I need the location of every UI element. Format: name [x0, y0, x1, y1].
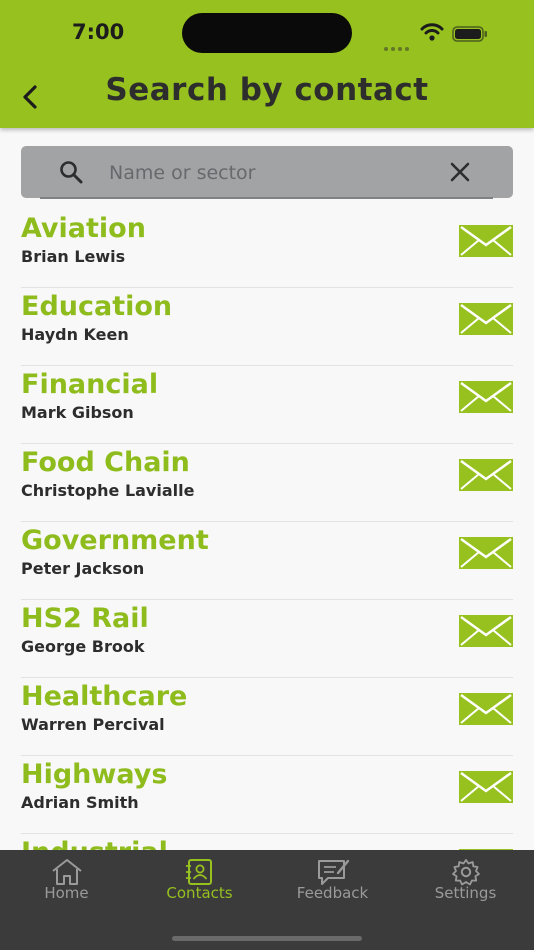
sector-label: Healthcare — [21, 681, 188, 712]
sector-label: Industrial — [21, 837, 168, 850]
gear-icon — [451, 859, 480, 886]
sector-label: Aviation — [21, 213, 146, 244]
status-time: 7:00 — [72, 20, 125, 44]
contacts-icon — [185, 859, 212, 885]
sector-label: Government — [21, 525, 209, 556]
contact-row-highways[interactable]: Highways Adrian Smith — [0, 756, 534, 834]
search-input[interactable] — [107, 156, 431, 190]
sector-label: Education — [21, 291, 173, 322]
contact-row-aviation[interactable]: Aviation Brian Lewis — [0, 210, 534, 288]
tab-home[interactable]: Home — [0, 850, 133, 910]
contact-row-hs2-rail[interactable]: HS2 Rail George Brook — [0, 600, 534, 678]
sector-label: HS2 Rail — [21, 603, 149, 634]
tab-settings[interactable]: Settings — [399, 850, 532, 910]
wifi-icon — [420, 23, 444, 41]
mail-icon[interactable] — [458, 692, 514, 726]
contact-name: Warren Percival — [21, 715, 165, 734]
mail-icon[interactable] — [458, 380, 514, 414]
sector-label: Food Chain — [21, 447, 190, 478]
sector-label: Financial — [21, 369, 159, 400]
dynamic-island — [182, 13, 352, 53]
contact-name: Christophe Lavialle — [21, 481, 195, 500]
contact-row-education[interactable]: Education Haydn Keen — [0, 288, 534, 366]
tab-bar: Home Contacts Feedback Settings — [0, 850, 534, 950]
battery-icon — [452, 26, 487, 42]
search-underline — [40, 197, 493, 199]
contact-list[interactable]: Aviation Brian Lewis Education Haydn Kee… — [0, 210, 534, 850]
feedback-icon — [317, 859, 349, 885]
header-bar: 7:00 Search by contact — [0, 0, 534, 128]
contact-row-government[interactable]: Government Peter Jackson — [0, 522, 534, 600]
mail-icon[interactable] — [458, 458, 514, 492]
close-icon[interactable] — [449, 161, 471, 183]
tab-contacts[interactable]: Contacts — [133, 850, 266, 910]
tab-feedback[interactable]: Feedback — [266, 850, 399, 910]
tab-label: Home — [44, 884, 89, 902]
sector-label: Highways — [21, 759, 168, 790]
mail-icon[interactable] — [458, 770, 514, 804]
contact-row-healthcare[interactable]: Healthcare Warren Percival — [0, 678, 534, 756]
mail-icon[interactable] — [458, 302, 514, 336]
contact-name: George Brook — [21, 637, 145, 656]
mail-icon[interactable] — [458, 536, 514, 570]
mail-icon[interactable] — [458, 224, 514, 258]
mail-icon[interactable] — [458, 614, 514, 648]
home-icon — [51, 859, 82, 885]
contact-row-industrial[interactable]: Industrial — [0, 834, 534, 850]
contact-name: Mark Gibson — [21, 403, 134, 422]
status-icons — [384, 22, 490, 51]
tab-label: Settings — [434, 884, 497, 902]
search-bar[interactable] — [21, 146, 513, 198]
page-title: Search by contact — [105, 72, 429, 108]
contact-row-food-chain[interactable]: Food Chain Christophe Lavialle — [0, 444, 534, 522]
signal-icon — [384, 36, 412, 55]
contact-name: Peter Jackson — [21, 559, 145, 578]
search-icon — [60, 161, 83, 184]
contact-name: Adrian Smith — [21, 793, 139, 812]
tab-label: Contacts — [166, 884, 233, 902]
home-indicator[interactable] — [172, 936, 362, 941]
tab-label: Feedback — [296, 884, 369, 902]
contact-name: Haydn Keen — [21, 325, 129, 344]
contact-row-financial[interactable]: Financial Mark Gibson — [0, 366, 534, 444]
contact-name: Brian Lewis — [21, 247, 126, 266]
